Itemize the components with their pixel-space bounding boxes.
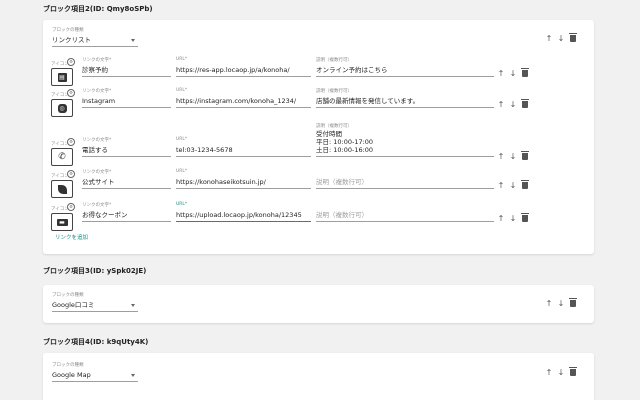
delete-icon[interactable] [519, 213, 531, 224]
link-text-label: リンクの文字* [82, 170, 112, 175]
desc-input[interactable]: 店舗の最新情報を発信しています。 [316, 95, 494, 108]
url-label: URL* [176, 137, 188, 142]
link-text-label: リンクの文字* [82, 203, 112, 208]
calendar-icon[interactable]: ▤ [51, 68, 73, 86]
block-3-title: ブロック項目3(ID: ySpk02JE) [43, 267, 147, 275]
block-controls: ↑ ↓ [543, 33, 579, 44]
delete-icon[interactable] [519, 68, 531, 79]
block-4-card: ブロックの種類 Google Map ↑ ↓ [43, 353, 594, 400]
delete-icon[interactable] [519, 180, 531, 191]
url-label: URL* [176, 202, 188, 207]
link-text-input[interactable]: Instagram [82, 95, 171, 108]
chevron-down-icon [131, 374, 135, 377]
delete-icon[interactable] [519, 151, 531, 162]
desc-label: 説明（複数行可） [316, 58, 352, 63]
link-text-input[interactable]: お得なクーポン [82, 209, 171, 222]
link-controls: ↑ ↓ [495, 68, 531, 79]
move-down-icon[interactable]: ↓ [507, 214, 519, 224]
block-type-select[interactable]: リンクリスト [52, 34, 138, 47]
move-up-icon[interactable]: ↑ [495, 100, 507, 110]
link-text-input[interactable]: 電話する [82, 144, 171, 157]
delete-icon[interactable] [567, 367, 579, 378]
block-type-value: Google Map [52, 371, 91, 379]
link-text-label: リンクの文字* [82, 138, 112, 143]
url-input[interactable]: tel:03-1234-5678 [176, 144, 311, 157]
block-2-title: ブロック項目2(ID: Qmy8oSPb) [43, 5, 153, 13]
link-controls: ↑ ↓ [495, 151, 531, 162]
delete-icon[interactable] [567, 298, 579, 309]
url-input[interactable]: https://konohaseikotsuin.jp/ [176, 176, 311, 189]
move-up-icon[interactable]: ↑ [495, 181, 507, 191]
link-text-input[interactable]: 公式サイト [82, 176, 171, 189]
block-4-title: ブロック項目4(ID: k9qUty4K) [43, 338, 149, 346]
block-type-value: リンクリスト [52, 36, 91, 44]
chevron-down-icon [131, 304, 135, 307]
link-text-input[interactable]: 診察予約 [82, 64, 171, 77]
move-down-icon[interactable]: ↓ [507, 69, 519, 79]
block-controls: ↑ ↓ [543, 298, 579, 309]
link-row: アイコン ▤ ⚙ リンクの文字* 診察予約 URL* https://res-a… [43, 56, 594, 86]
block-type-value: Google口コミ [52, 301, 95, 309]
link-row: アイコン ◎ ⚙ リンクの文字* Instagram URL* https://… [43, 87, 594, 117]
move-up-icon[interactable]: ↑ [543, 34, 555, 44]
move-up-icon[interactable]: ↑ [543, 368, 555, 378]
link-row: アイコン ▬ ⚙ リンクの文字* お得なクーポン URL* https://up… [43, 201, 594, 231]
gear-icon[interactable]: ⚙ [67, 58, 75, 66]
gear-icon[interactable]: ⚙ [67, 203, 75, 211]
block-controls: ↑ ↓ [543, 367, 579, 378]
instagram-icon[interactable]: ◎ [51, 99, 73, 117]
move-down-icon[interactable]: ↓ [555, 368, 567, 378]
desc-line: 平日: 10:00-17:00 [316, 138, 374, 146]
gear-icon[interactable]: ⚙ [67, 89, 75, 97]
desc-label: 説明（複数行可） [316, 89, 352, 94]
block-type-label: ブロックの種類 [52, 363, 84, 368]
link-controls: ↑ ↓ [495, 180, 531, 191]
url-label: URL* [176, 169, 188, 174]
url-label: URL* [176, 57, 188, 62]
desc-input[interactable]: 受付時間 平日: 10:00-17:00 土日: 10:00-16:00 [316, 130, 494, 157]
link-row: アイコン ⚙ リンクの文字* 公式サイト URL* https://konoha… [43, 168, 594, 198]
move-up-icon[interactable]: ↑ [495, 214, 507, 224]
desc-line: 土日: 10:00-16:00 [316, 146, 374, 154]
move-down-icon[interactable]: ↓ [555, 34, 567, 44]
move-up-icon[interactable]: ↑ [495, 69, 507, 79]
move-down-icon[interactable]: ↓ [507, 152, 519, 162]
block-2-card: ブロックの種類 リンクリスト ↑ ↓ アイコン ▤ ⚙ リンクの文字* 診察予約 … [43, 20, 594, 254]
block-type-label: ブロックの種類 [52, 293, 84, 298]
move-up-icon[interactable]: ↑ [543, 299, 555, 309]
gear-icon[interactable]: ⚙ [67, 170, 75, 178]
block-type-select[interactable]: Google Map [52, 369, 138, 382]
desc-line: 受付時間 [316, 130, 342, 138]
move-up-icon[interactable]: ↑ [495, 152, 507, 162]
desc-label: 説明（複数行可） [316, 124, 352, 129]
move-down-icon[interactable]: ↓ [507, 181, 519, 191]
coupon-icon[interactable]: ▬ [51, 213, 73, 231]
block-type-label: ブロックの種類 [52, 28, 84, 33]
url-input[interactable]: https://res-app.locaop.jp/a/konoha/ [176, 64, 311, 77]
delete-icon[interactable] [567, 33, 579, 44]
desc-input[interactable]: オンライン予約はこちら [316, 64, 494, 77]
link-text-label: リンクの文字* [82, 58, 112, 63]
chevron-down-icon [131, 39, 135, 42]
gear-icon[interactable]: ⚙ [67, 138, 75, 146]
link-controls: ↑ ↓ [495, 99, 531, 110]
link-row: アイコン ✆ ⚙ リンクの文字* 電話する URL* tel:03-1234-5… [43, 122, 594, 166]
desc-input[interactable]: 説明（複数行可） [316, 176, 494, 189]
block-3-card: ブロックの種類 Google口コミ ↑ ↓ [43, 285, 594, 323]
move-down-icon[interactable]: ↓ [555, 299, 567, 309]
desc-input[interactable]: 説明（複数行可） [316, 209, 494, 222]
link-text-label: リンクの文字* [82, 89, 112, 94]
link-controls: ↑ ↓ [495, 213, 531, 224]
url-input[interactable]: https://upload.locaop.jp/konoha/12345 [176, 209, 311, 222]
leaf-icon[interactable] [51, 180, 73, 198]
block-type-select[interactable]: Google口コミ [52, 299, 138, 312]
delete-icon[interactable] [519, 99, 531, 110]
url-input[interactable]: https://instagram.com/konoha_1234/ [176, 95, 311, 108]
phone-icon[interactable]: ✆ [51, 148, 73, 166]
add-link-button[interactable]: リンクを追加 [55, 233, 88, 241]
move-down-icon[interactable]: ↓ [507, 100, 519, 110]
url-label: URL* [176, 88, 188, 93]
